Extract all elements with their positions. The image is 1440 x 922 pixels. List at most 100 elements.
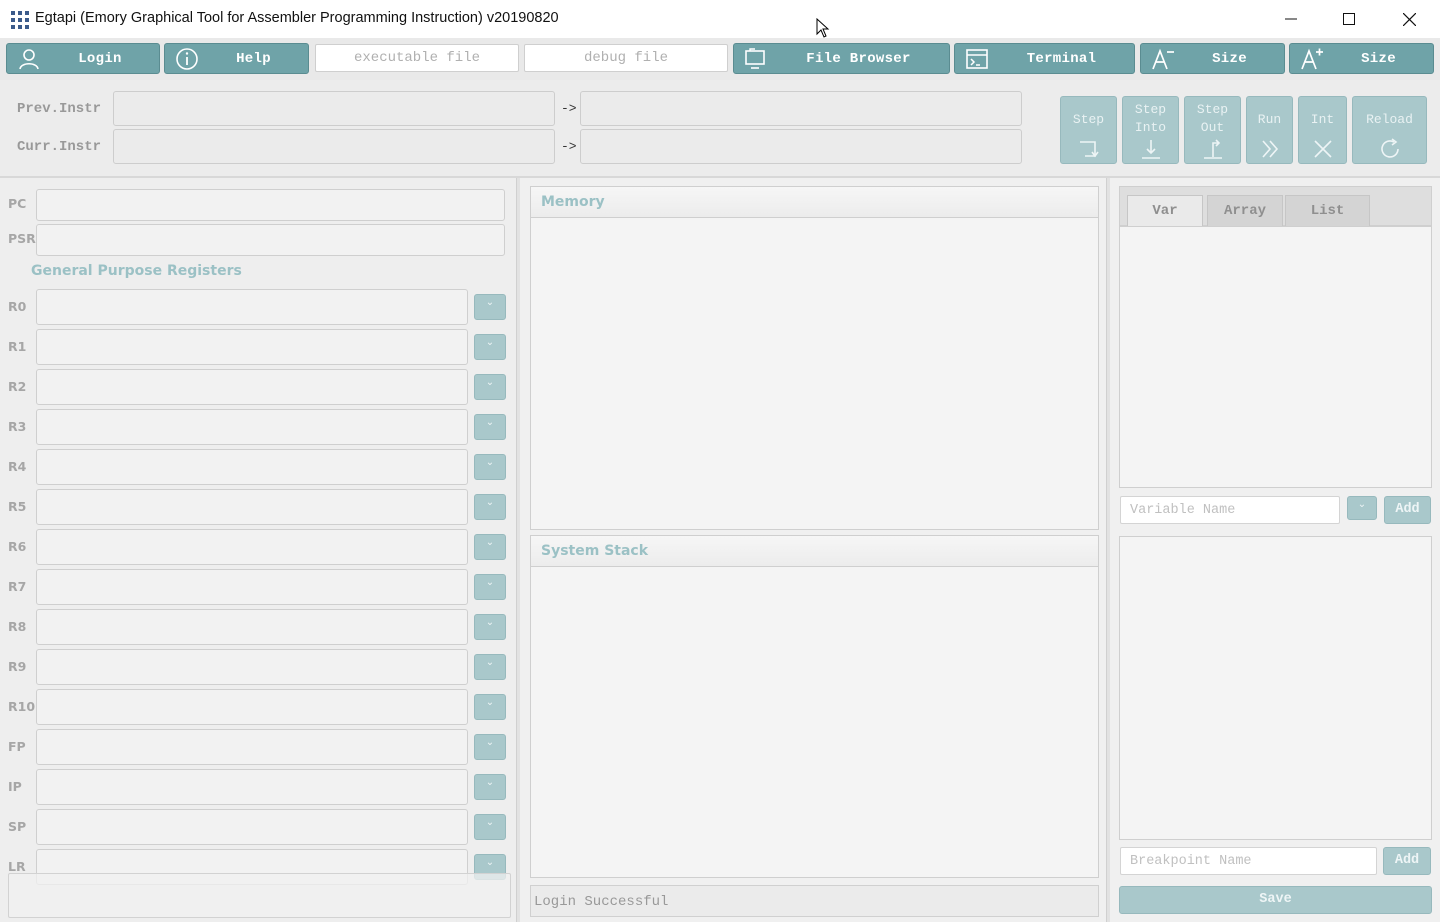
register-format-dropdown[interactable] [474,574,506,600]
variable-name-input[interactable] [1121,497,1339,523]
curr-instr-decoded-field [580,129,1022,164]
close-button[interactable] [1380,0,1438,38]
register-value-field [36,529,468,565]
register-value-field [36,369,468,405]
window-title: Egtapi (Emory Graphical Tool for Assembl… [35,10,559,26]
register-label: R1 [8,339,27,354]
left-splitter[interactable] [516,178,520,922]
register-format-dropdown[interactable] [474,614,506,640]
step-over-icon [1079,141,1099,158]
register-value-field [36,649,468,685]
breakpoint-list[interactable] [1119,536,1432,840]
add-breakpoint-button[interactable]: Add [1383,847,1431,875]
toolbar: Login Help File Browser Terminal [0,38,1440,80]
prev-instr-field [113,91,555,126]
register-format-dropdown[interactable] [474,734,506,760]
variable-watch-list[interactable] [1119,226,1432,488]
variable-type-dropdown[interactable] [1347,496,1377,520]
register-format-dropdown[interactable] [474,334,506,360]
register-value-field [36,289,468,325]
variable-name-field[interactable] [1120,496,1340,524]
register-format-dropdown[interactable] [474,454,506,480]
terminal-button[interactable]: Terminal [954,43,1135,74]
register-label: R10 [8,699,36,714]
help-button[interactable]: Help [164,43,309,74]
step-out-button[interactable]: Step Out [1184,96,1241,164]
instruction-area: Prev.Instr -> Curr.Instr -> Step Step In… [0,80,1440,176]
terminal-icon [966,49,988,69]
add-variable-button[interactable]: Add [1384,496,1431,524]
memory-header: Memory [530,186,1099,218]
step-into-icon [1141,140,1160,159]
run-button[interactable]: Run [1246,96,1293,164]
reload-label: Reload [1366,112,1413,127]
stack-view[interactable] [530,567,1099,878]
breakpoint-name-field[interactable] [1120,847,1377,875]
memory-view[interactable] [530,218,1099,530]
executable-file-field[interactable] [315,44,519,72]
debug-file-field[interactable] [524,44,728,72]
step-label: Step [1072,112,1105,127]
step-out-label-2: Out [1200,120,1225,135]
font-size-increase-button[interactable]: Size [1289,43,1434,74]
x-icon [1313,140,1332,158]
register-format-dropdown[interactable] [474,654,506,680]
maximize-button[interactable] [1320,0,1378,38]
register-format-dropdown[interactable] [474,534,506,560]
save-button[interactable]: Save [1119,886,1432,914]
register-label: R7 [8,579,27,594]
register-format-dropdown[interactable] [474,374,506,400]
register-format-dropdown[interactable] [474,774,506,800]
psr-label: PSR [8,231,36,246]
register-label: SP [8,819,27,834]
register-value-field [36,409,468,445]
register-format-dropdown[interactable] [474,294,506,320]
pc-field [36,189,505,221]
register-format-dropdown[interactable] [474,814,506,840]
register-value-field [36,609,468,645]
minimize-button[interactable] [1262,0,1320,38]
double-chevron-right-icon [1261,140,1278,158]
psr-field [36,224,505,256]
step-into-button[interactable]: Step Into [1122,96,1179,164]
watch-tabs-bar: Var Array List [1119,186,1432,227]
app-grid-icon [11,11,29,29]
tab-var[interactable]: Var [1127,195,1203,227]
register-format-dropdown[interactable] [474,414,506,440]
executable-file-input[interactable] [316,45,518,71]
curr-instr-arrow: -> [561,139,577,154]
debug-file-input[interactable] [525,45,727,71]
help-label: Help [236,51,271,67]
tab-list[interactable]: List [1285,195,1370,227]
register-label: R8 [8,619,27,634]
register-label: R2 [8,379,27,394]
reload-button[interactable]: Reload [1352,96,1427,164]
file-browser-label: File Browser [806,51,911,67]
terminal-label: Terminal [1026,51,1097,67]
login-label: Login [78,51,122,67]
tab-array[interactable]: Array [1207,195,1283,227]
register-value-field [36,769,468,805]
register-value-field [36,569,468,605]
breakpoint-name-input[interactable] [1121,848,1376,874]
memory-title: Memory [541,194,605,210]
font-size-decrease-button[interactable]: Size [1140,43,1285,74]
interrupt-button[interactable]: Int [1298,96,1347,164]
register-label: R5 [8,499,27,514]
register-value-field [36,729,468,765]
register-value-field [36,809,468,845]
step-into-label-1: Step [1134,102,1167,117]
login-button[interactable]: Login [6,43,160,74]
register-label: R3 [8,419,27,434]
pc-label: PC [8,196,27,211]
step-button[interactable]: Step [1060,96,1117,164]
right-splitter[interactable] [1106,178,1110,922]
register-format-dropdown[interactable] [474,494,506,520]
file-browser-button[interactable]: File Browser [733,43,950,74]
user-icon [19,49,39,70]
register-label: IP [8,779,22,794]
register-format-dropdown[interactable] [474,694,506,720]
run-label: Run [1257,112,1282,127]
minimize-icon [1285,18,1297,20]
gpr-title: General Purpose Registers [31,263,242,279]
